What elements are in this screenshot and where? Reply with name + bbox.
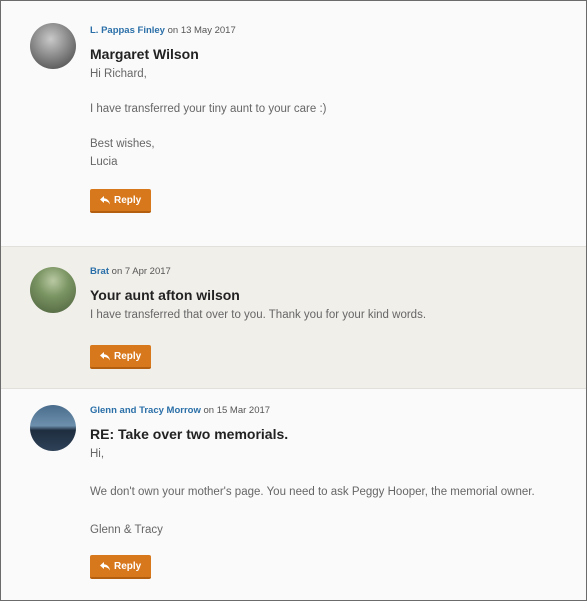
message-content: Brat on 7 Apr 2017 Your aunt afton wilso…: [90, 265, 574, 369]
message-date: on 15 Mar 2017: [200, 405, 271, 416]
message-date: on 13 May 2017: [164, 25, 236, 36]
author-link[interactable]: Brat: [90, 266, 109, 277]
message-subject: Margaret Wilson: [90, 46, 199, 62]
reply-button[interactable]: Reply: [90, 345, 152, 369]
avatar[interactable]: [30, 267, 76, 313]
avatar[interactable]: [30, 405, 76, 451]
reply-button[interactable]: Reply: [90, 555, 152, 579]
reply-arrow-icon: [100, 351, 110, 360]
message-body-line: Lucia: [90, 156, 118, 168]
message-body-line: We don't own your mother's page. You nee…: [90, 486, 535, 498]
message-content: Glenn and Tracy Morrow on 15 Mar 2017 RE…: [90, 404, 574, 579]
message-date: on 7 Apr 2017: [109, 266, 171, 277]
message-subject: Your aunt afton wilson: [90, 287, 240, 303]
message-body-line: I have transferred your tiny aunt to you…: [90, 103, 327, 115]
message-subject: RE: Take over two memorials.: [90, 426, 289, 442]
message-item: Brat on 7 Apr 2017 Your aunt afton wilso…: [1, 247, 586, 389]
reply-arrow-icon: [100, 195, 110, 204]
author-link[interactable]: L. Pappas Finley: [90, 25, 165, 36]
reply-arrow-icon: [100, 561, 110, 570]
message-item: L. Pappas Finley on 13 May 2017 Margaret…: [1, 1, 586, 247]
message-content: L. Pappas Finley on 13 May 2017 Margaret…: [90, 24, 574, 213]
message-meta: L. Pappas Finley on 13 May 2017: [90, 24, 574, 40]
message-body-line: Glenn & Tracy: [90, 524, 163, 536]
message-body-line: Best wishes,: [90, 138, 155, 150]
reply-label: Reply: [114, 350, 142, 362]
message-body-line: I have transferred that over to you. Tha…: [90, 309, 427, 321]
author-link[interactable]: Glenn and Tracy Morrow: [90, 405, 201, 416]
avatar[interactable]: [30, 23, 76, 69]
reply-label: Reply: [114, 560, 142, 572]
message-item: Glenn and Tracy Morrow on 15 Mar 2017 RE…: [1, 389, 586, 600]
message-meta: Glenn and Tracy Morrow on 15 Mar 2017: [90, 404, 574, 420]
message-thread: L. Pappas Finley on 13 May 2017 Margaret…: [0, 0, 587, 601]
reply-label: Reply: [114, 194, 142, 206]
message-meta: Brat on 7 Apr 2017: [90, 265, 574, 281]
message-body-line: Hi,: [90, 448, 105, 460]
message-body-line: Hi Richard,: [90, 68, 147, 80]
reply-button[interactable]: Reply: [90, 189, 152, 213]
